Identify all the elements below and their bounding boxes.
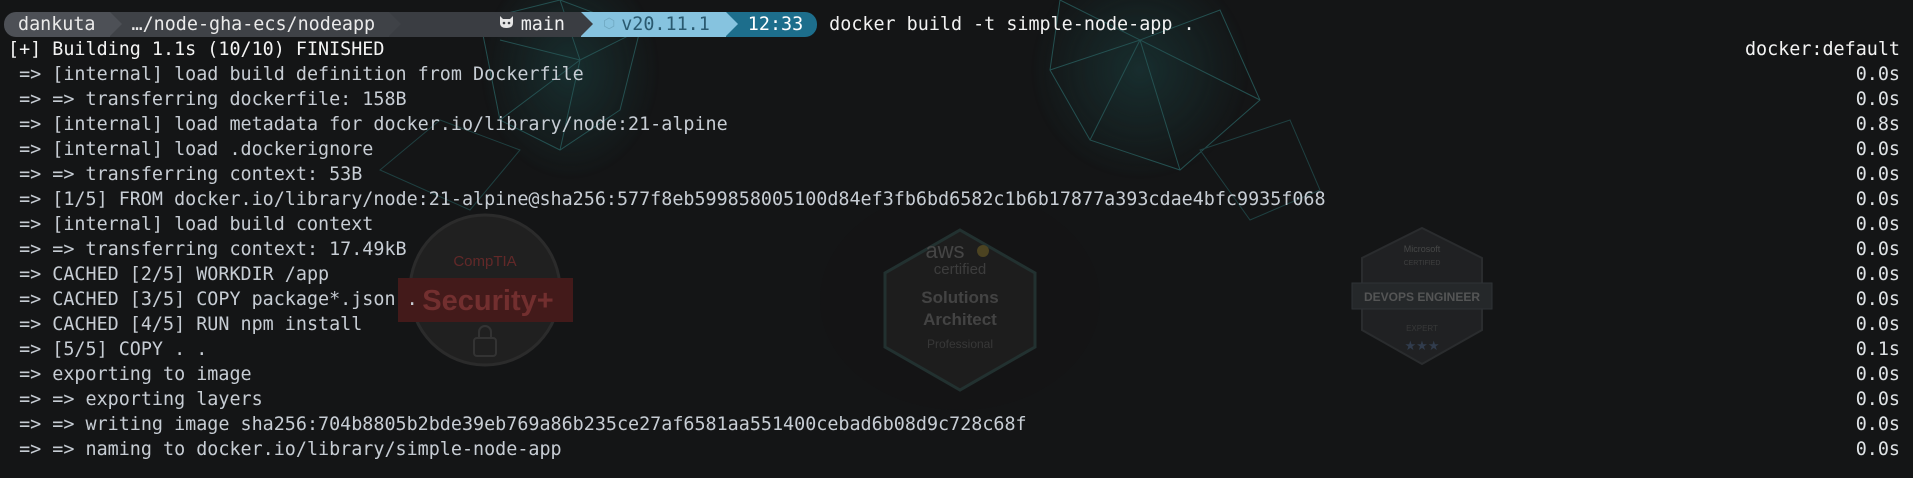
powerline-separator-icon (725, 12, 738, 36)
build-step-time: 0.0s (1855, 164, 1900, 185)
build-step-line: => CACHED [2/5] WORKDIR /app 0.0s (8, 262, 1900, 287)
prompt-time: 12:33 (747, 14, 804, 35)
build-step-text: => CACHED [3/5] COPY package*.json . (8, 289, 418, 310)
build-output: [+] Building 1.1s (10/10) FINISHED docke… (8, 37, 1900, 462)
build-step-text: => CACHED [4/5] RUN npm install (8, 314, 363, 335)
prompt-path-segment: …/node-gha-ecs/nodeapp (109, 12, 402, 37)
build-step-text: => [1/5] FROM docker.io/library/node:21-… (8, 189, 1326, 210)
build-step-line: => [1/5] FROM docker.io/library/node:21-… (8, 187, 1900, 212)
build-step-text: => => naming to docker.io/library/simple… (8, 439, 562, 460)
build-step-line: => [internal] load build definition from… (8, 62, 1900, 87)
terminal-window[interactable]: dankuta …/node-gha-ecs/nodeapp main ⬡ v2… (0, 0, 1913, 478)
build-step-line: => exporting to image 0.0s (8, 362, 1900, 387)
build-step-text: => => transferring dockerfile: 158B (8, 89, 407, 110)
build-context: docker:default (1744, 39, 1900, 60)
build-step-text: => [5/5] COPY . . (8, 339, 208, 360)
build-step-time: 0.0s (1855, 89, 1900, 110)
powerline-separator-icon (109, 12, 122, 36)
build-step-time: 0.0s (1855, 139, 1900, 160)
build-step-time: 0.0s (1855, 364, 1900, 385)
prompt-user-segment: dankuta (4, 12, 122, 37)
prompt-branch: main (520, 14, 565, 35)
build-step-line: => [internal] load .dockerignore 0.0s (8, 137, 1900, 162)
build-step-text: => exporting to image (8, 364, 252, 385)
build-step-line: => => transferring dockerfile: 158B 0.0s (8, 87, 1900, 112)
build-step-time: 0.0s (1855, 239, 1900, 260)
build-step-time: 0.0s (1855, 289, 1900, 310)
build-step-time: 0.0s (1855, 314, 1900, 335)
build-header-line: [+] Building 1.1s (10/10) FINISHED docke… (8, 37, 1900, 62)
build-step-line: => [5/5] COPY . . 0.1s (8, 337, 1900, 362)
build-step-text: => [internal] load .dockerignore (8, 139, 374, 160)
build-step-time: 0.1s (1855, 339, 1900, 360)
prompt-path: …/node-gha-ecs/nodeapp (131, 14, 376, 35)
build-step-time: 0.0s (1855, 214, 1900, 235)
build-step-text: => CACHED [2/5] WORKDIR /app (8, 264, 330, 285)
build-step-time: 0.0s (1855, 389, 1900, 410)
build-step-text: => [internal] load build context (8, 214, 374, 235)
build-step-text: => => writing image sha256:704b8805b2bde… (8, 414, 1027, 435)
build-step-text: => => exporting layers (8, 389, 263, 410)
prompt-time-segment: 12:33 (725, 12, 818, 37)
build-step-line: => CACHED [3/5] COPY package*.json . 0.0s (8, 287, 1900, 312)
build-step-line: => [internal] load build context 0.0s (8, 212, 1900, 237)
prompt-user: dankuta (18, 14, 96, 35)
prompt-git-segment: main (389, 12, 593, 37)
build-step-text: => [internal] load metadata for docker.i… (8, 114, 728, 135)
prompt-node-version: v20.11.1 (621, 14, 710, 35)
powerline-separator-icon (389, 12, 402, 36)
build-status: [+] Building 1.1s (10/10) FINISHED (8, 39, 385, 60)
build-step-line: => => transferring context: 17.49kB 0.0s (8, 237, 1900, 262)
shell-prompt: dankuta …/node-gha-ecs/nodeapp main ⬡ v2… (4, 12, 1195, 37)
build-step-time: 0.0s (1855, 264, 1900, 285)
build-step-line: => => transferring context: 53B 0.0s (8, 162, 1900, 187)
build-step-time: 0.0s (1855, 189, 1900, 210)
build-step-line: => CACHED [4/5] RUN npm install 0.0s (8, 312, 1900, 337)
build-step-line: => => exporting layers 0.0s (8, 387, 1900, 412)
prompt-node-segment: ⬡ v20.11.1 (580, 12, 738, 37)
build-step-text: => => transferring context: 17.49kB (8, 239, 407, 260)
node-hexagon-icon: ⬡ (602, 16, 616, 32)
build-step-time: 0.0s (1855, 64, 1900, 85)
build-step-text: => [internal] load build definition from… (8, 64, 584, 85)
build-step-line: => [internal] load metadata for docker.i… (8, 112, 1900, 137)
powerline-separator-icon (580, 12, 593, 36)
build-step-time: 0.0s (1855, 414, 1900, 435)
typed-command: docker build -t simple-node-app . (829, 14, 1195, 35)
build-step-line: => => naming to docker.io/library/simple… (8, 437, 1900, 462)
build-step-text: => => transferring context: 53B (8, 164, 363, 185)
build-step-time: 0.8s (1855, 114, 1900, 135)
build-step-time: 0.0s (1855, 439, 1900, 460)
build-step-line: => => writing image sha256:704b8805b2bde… (8, 412, 1900, 437)
